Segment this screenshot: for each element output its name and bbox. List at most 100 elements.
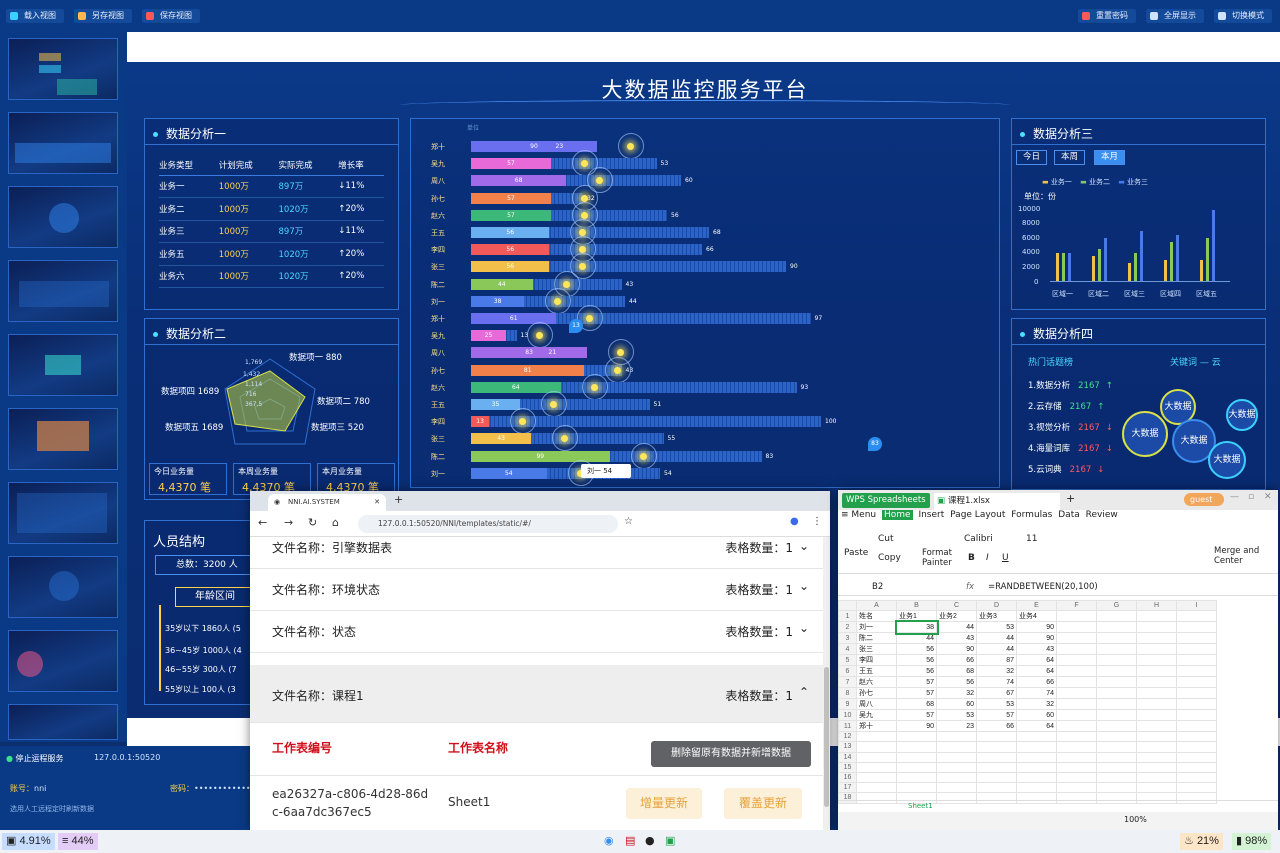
- cell[interactable]: [1136, 654, 1177, 667]
- chrome-icon[interactable]: ◉: [604, 834, 614, 847]
- chevron-up-icon[interactable]: ⌃: [799, 685, 809, 699]
- cell[interactable]: 44: [896, 632, 937, 645]
- cell[interactable]: [856, 771, 897, 784]
- cell[interactable]: [1176, 610, 1217, 623]
- bar-fill[interactable]: 90: [471, 141, 597, 152]
- cell[interactable]: [1056, 665, 1097, 678]
- cell[interactable]: [896, 782, 937, 794]
- bar-fill[interactable]: 83: [471, 347, 588, 359]
- cell[interactable]: [1096, 709, 1137, 722]
- cell[interactable]: [1136, 676, 1177, 689]
- cell[interactable]: [1176, 731, 1217, 743]
- app-tab[interactable]: WPS Spreadsheets: [842, 493, 930, 508]
- bar-fill[interactable]: 81: [471, 364, 585, 376]
- app-icon[interactable]: ▤: [625, 834, 635, 847]
- cell[interactable]: [1016, 771, 1057, 784]
- row-header[interactable]: 5: [838, 654, 857, 667]
- browser-tab[interactable]: ◉ NNI.AI.SYSTEM ✕: [268, 494, 386, 511]
- view-thumbnail[interactable]: [8, 260, 118, 322]
- cell[interactable]: [856, 741, 897, 753]
- merge-center-button[interactable]: Merge and Center: [1214, 546, 1270, 566]
- cell[interactable]: 刘一: [856, 621, 897, 634]
- chevron-down-icon[interactable]: ⌄: [799, 539, 809, 553]
- cell[interactable]: 李四: [856, 654, 897, 667]
- cell[interactable]: 周八: [856, 698, 897, 711]
- cell[interactable]: 吴九: [856, 709, 897, 722]
- cell[interactable]: [1136, 720, 1177, 733]
- row-header[interactable]: 3: [838, 632, 857, 645]
- cell[interactable]: [1096, 751, 1137, 763]
- group-bar[interactable]: [1098, 249, 1101, 281]
- cell[interactable]: [1056, 654, 1097, 667]
- new-tab-icon[interactable]: +: [394, 493, 403, 506]
- cell[interactable]: 张三: [856, 643, 897, 656]
- topic-row[interactable]: 3.视觉分析 2167 ↓: [1028, 421, 1113, 433]
- tab-today[interactable]: 今日: [1016, 150, 1048, 165]
- cell[interactable]: 90: [1016, 632, 1057, 645]
- cell[interactable]: [1176, 751, 1217, 763]
- cell[interactable]: [1096, 731, 1137, 743]
- column-header[interactable]: I: [1176, 599, 1217, 612]
- tab-week[interactable]: 本周: [1054, 150, 1086, 165]
- cell[interactable]: 32: [976, 665, 1017, 678]
- home-icon[interactable]: ⌂: [332, 516, 339, 529]
- cell[interactable]: [1136, 643, 1177, 656]
- bar-fill[interactable]: 57: [471, 209, 551, 221]
- bar-fill[interactable]: 57: [471, 192, 551, 204]
- cell[interactable]: 64: [1016, 665, 1057, 678]
- row-header[interactable]: 15: [838, 761, 857, 773]
- cell[interactable]: 66: [976, 720, 1017, 733]
- scrollbar[interactable]: [823, 537, 830, 830]
- cell[interactable]: 74: [976, 676, 1017, 689]
- cell[interactable]: 56: [896, 665, 937, 678]
- cell[interactable]: [1176, 643, 1217, 656]
- cell[interactable]: 64: [1016, 720, 1057, 733]
- row-header[interactable]: 1: [838, 610, 857, 623]
- password-field[interactable]: ••••••••••••: [194, 784, 251, 793]
- file-tab[interactable]: ▣ 课程1.xlsx: [934, 493, 1060, 510]
- menu-item[interactable]: Data: [1058, 510, 1080, 520]
- cell[interactable]: 56: [896, 654, 937, 667]
- cell[interactable]: [1136, 731, 1177, 743]
- bar-fill[interactable]: 56: [471, 227, 550, 238]
- cell[interactable]: [1176, 676, 1217, 689]
- cell[interactable]: [1056, 731, 1097, 743]
- topic-row[interactable]: 2.云存储 2167 ↑: [1028, 400, 1104, 412]
- cell[interactable]: [1096, 687, 1137, 700]
- underline-button[interactable]: U: [1002, 553, 1009, 563]
- row-header[interactable]: 17: [838, 782, 857, 794]
- file-row-expanded[interactable]: 文件名称：课程1 表格数量：1 ⌃: [250, 665, 823, 723]
- view-thumbnail[interactable]: [8, 334, 118, 396]
- view-thumbnail[interactable]: [8, 704, 118, 740]
- back-icon[interactable]: ←: [258, 516, 267, 529]
- cell[interactable]: [1096, 665, 1137, 678]
- row-header[interactable]: 8: [838, 687, 857, 700]
- cell[interactable]: [1016, 782, 1057, 794]
- cell[interactable]: [856, 751, 897, 763]
- cell[interactable]: [1176, 741, 1217, 753]
- close-icon[interactable]: ✕: [1264, 492, 1272, 502]
- bar-fill[interactable]: 54: [471, 467, 547, 479]
- cell[interactable]: [936, 761, 977, 773]
- row-header[interactable]: 10: [838, 709, 857, 722]
- cell[interactable]: 57: [896, 676, 937, 689]
- cell[interactable]: 66: [1016, 676, 1057, 689]
- cell[interactable]: [1056, 709, 1097, 722]
- overwrite-update-button[interactable]: 覆盖更新: [724, 788, 802, 819]
- cell[interactable]: [1136, 709, 1177, 722]
- cell[interactable]: [1136, 632, 1177, 645]
- cell[interactable]: [1016, 741, 1057, 753]
- cell[interactable]: 陈二: [856, 632, 897, 645]
- cell[interactable]: [1176, 720, 1217, 733]
- formula-input[interactable]: =RANDBETWEEN(20,100): [988, 582, 1098, 592]
- cell[interactable]: [896, 751, 937, 763]
- column-header[interactable]: C: [936, 599, 977, 612]
- cell[interactable]: 74: [1016, 687, 1057, 700]
- cell[interactable]: [1096, 676, 1137, 689]
- cell[interactable]: 68: [896, 698, 937, 711]
- cell[interactable]: 业务1: [896, 610, 937, 623]
- cell[interactable]: [1016, 761, 1057, 773]
- cell[interactable]: 56: [936, 676, 977, 689]
- cell[interactable]: [1176, 632, 1217, 645]
- cell[interactable]: [1136, 687, 1177, 700]
